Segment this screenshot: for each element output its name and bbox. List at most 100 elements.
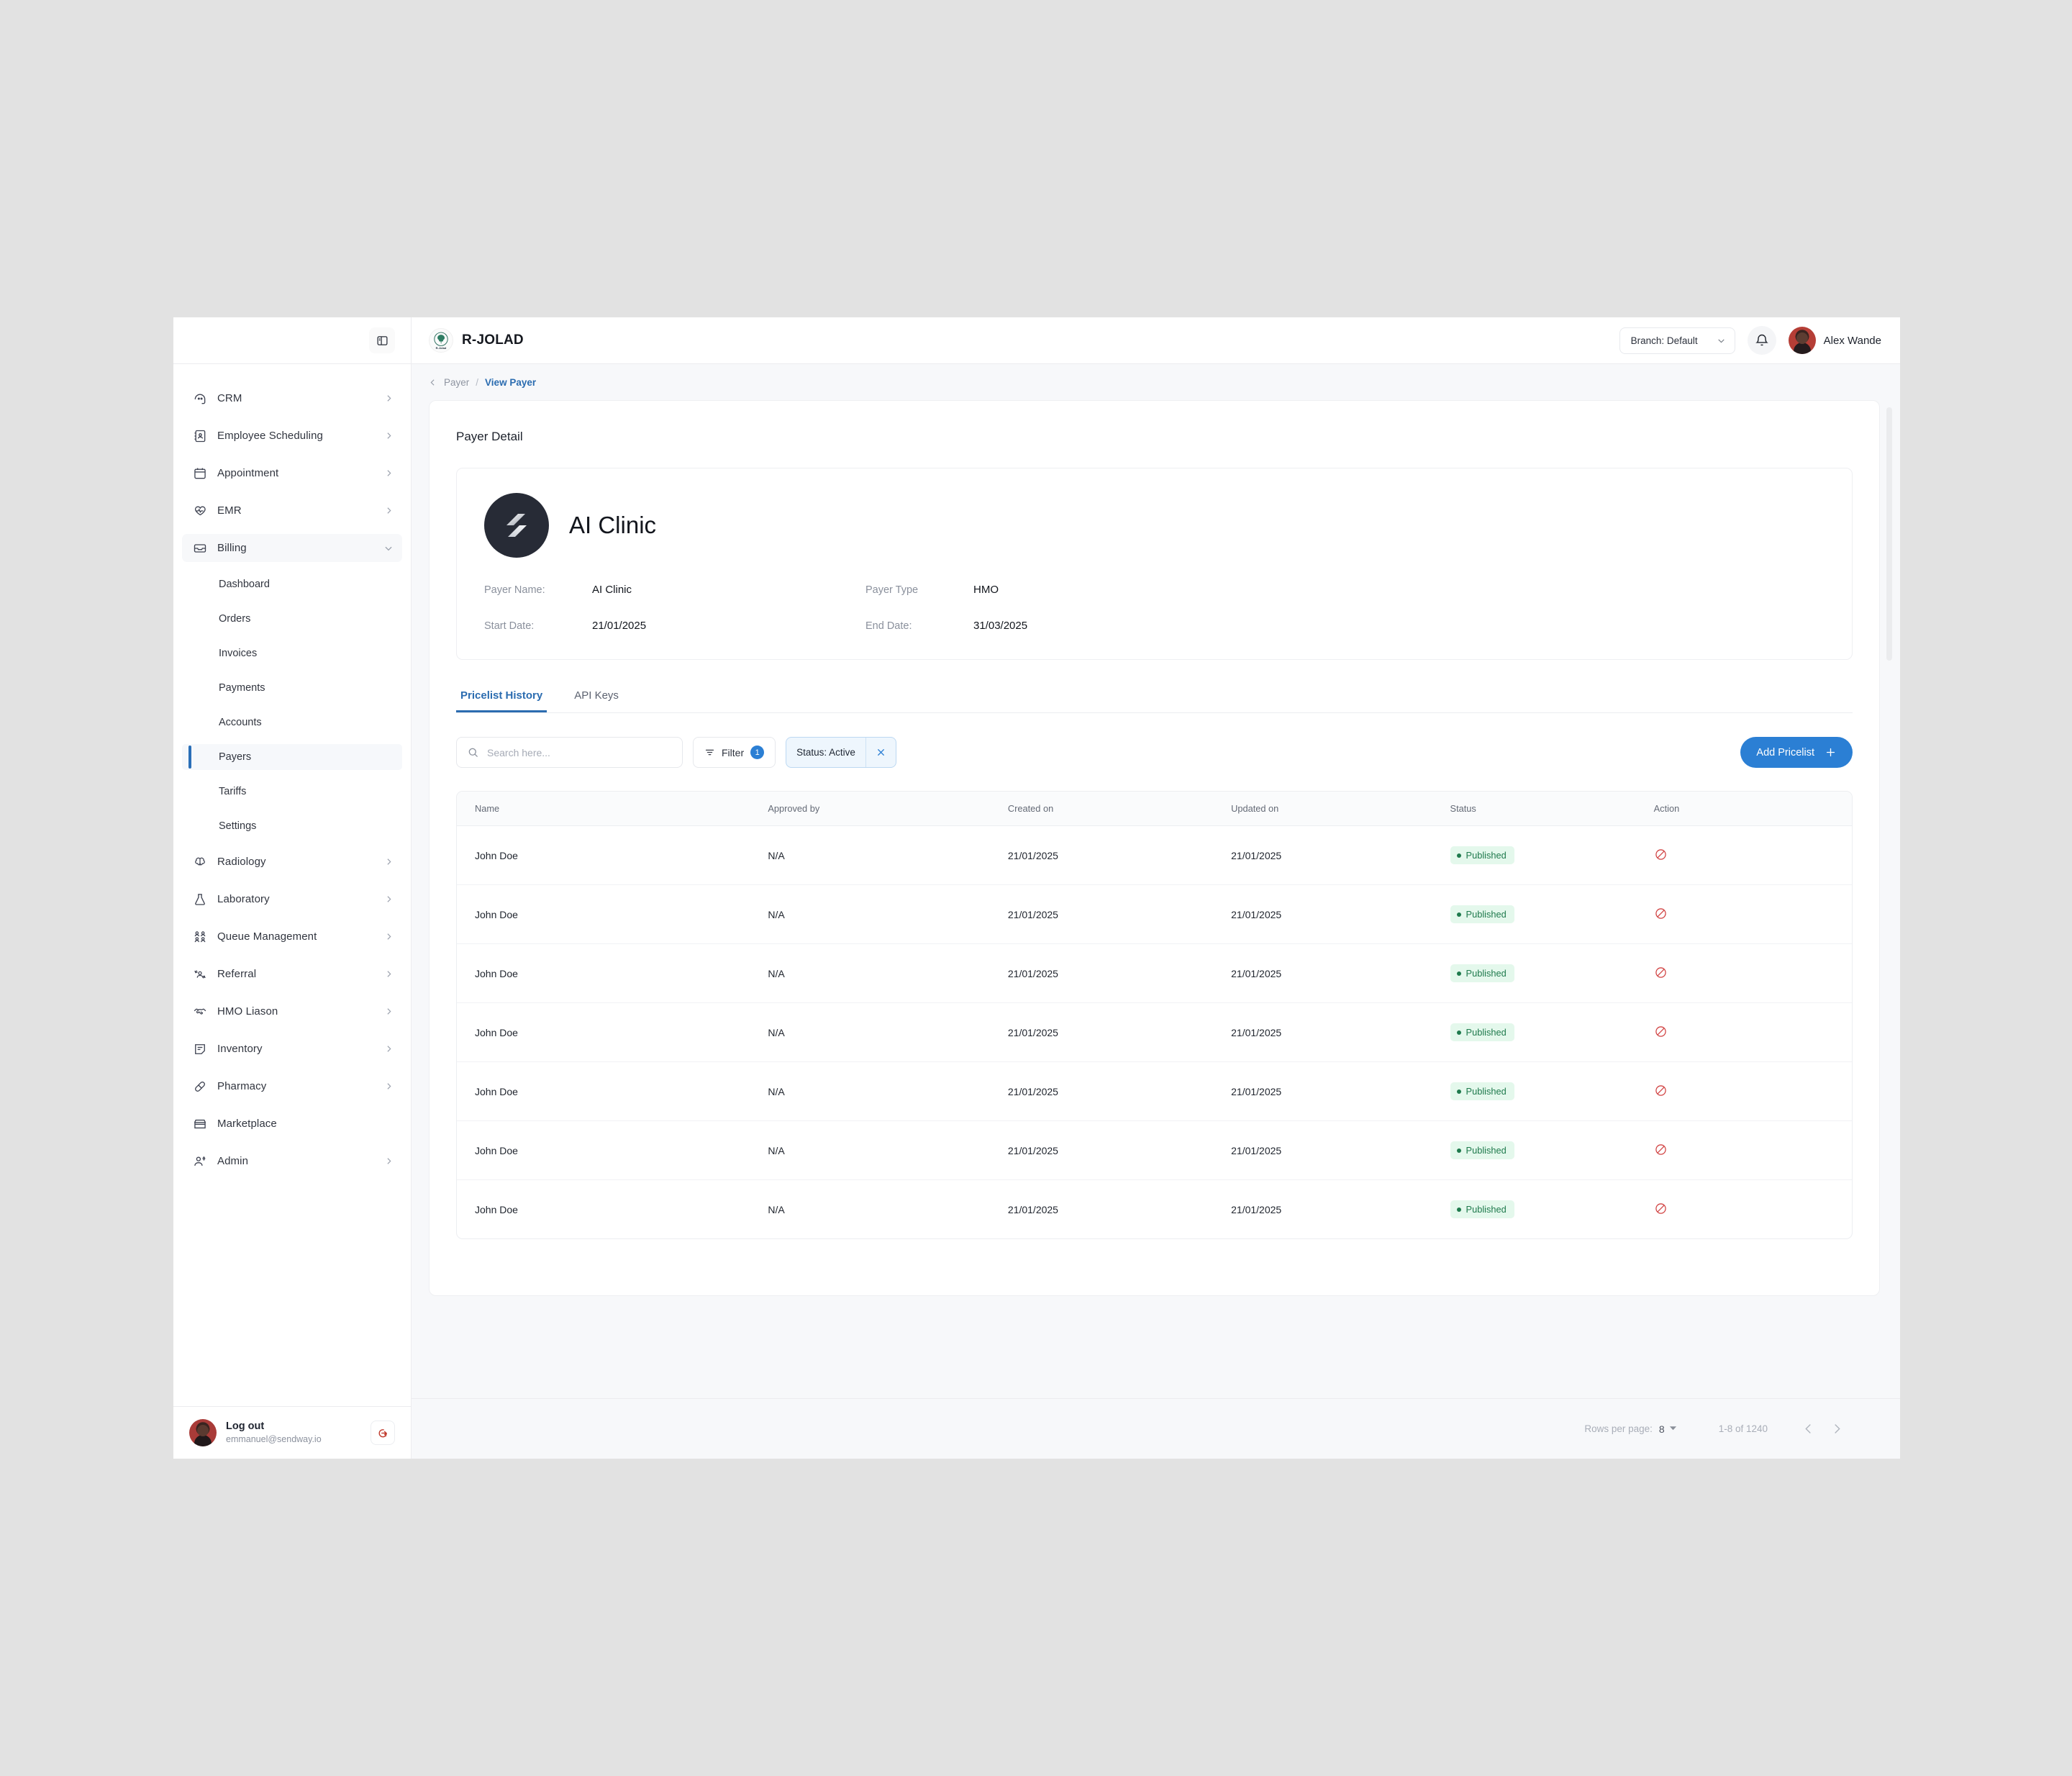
sidebar-item-billing[interactable]: Billing: [182, 534, 402, 562]
field-label-end-date: End Date:: [865, 620, 912, 632]
table-toolbar: Filter 1 Status: Active Add Pricelist: [456, 737, 1853, 768]
branch-selector[interactable]: Branch: Default: [1619, 327, 1735, 354]
table-row[interactable]: John Doe N/A 21/01/2025 21/01/2025 Published: [457, 825, 1852, 885]
payer-header: AI Clinic: [484, 493, 1825, 558]
cell-name: John Doe: [457, 884, 768, 944]
tab-api-keys[interactable]: API Keys: [570, 689, 623, 712]
sidebar-item-label: Referral: [217, 968, 257, 980]
filter-count-badge: 1: [750, 746, 765, 759]
tab-pricelist-history[interactable]: Pricelist History: [456, 689, 547, 712]
sidebar-subitem-label: Tariffs: [219, 786, 247, 797]
block-icon[interactable]: [1654, 1202, 1668, 1215]
block-icon[interactable]: [1654, 1143, 1668, 1156]
block-icon[interactable]: [1654, 1025, 1668, 1038]
payer-fields: Payer Name: AI Clinic Payer Type HMO Sta…: [484, 584, 1825, 632]
brand-name: R-JOLAD: [462, 332, 524, 348]
sidebar-subitem-label: Invoices: [219, 648, 258, 659]
block-icon[interactable]: [1654, 1084, 1668, 1097]
caret-down-icon[interactable]: [1669, 1423, 1677, 1436]
sidebar-item-label: Pharmacy: [217, 1080, 267, 1092]
chevron-right-icon: [384, 857, 394, 866]
sidebar-item-label: HMO Liason: [217, 1005, 278, 1018]
page-card: Payer Detail AI Clinic Payer Name: AI Cl…: [429, 400, 1880, 1296]
sidebar-item-accounts[interactable]: Accounts: [182, 710, 402, 735]
sidebar-item-radiology[interactable]: Radiology: [182, 848, 402, 876]
status-badge: Published: [1450, 905, 1514, 923]
page-title: Payer Detail: [456, 430, 523, 443]
sidebar-item-pharmacy[interactable]: Pharmacy: [182, 1072, 402, 1100]
sidebar-item-dashboard[interactable]: Dashboard: [182, 571, 402, 597]
chevron-right-icon: [384, 431, 394, 440]
add-pricelist-button[interactable]: Add Pricelist: [1740, 737, 1853, 768]
payer-logo: [484, 493, 549, 558]
filter-button[interactable]: Filter 1: [693, 737, 776, 768]
pagination-prev-button[interactable]: [1794, 1415, 1822, 1444]
sidebar-item-inventory[interactable]: Inventory: [182, 1035, 402, 1063]
chevron-left-icon[interactable]: [428, 378, 437, 387]
table-row[interactable]: John Doe N/A 21/01/2025 21/01/2025 Published: [457, 1180, 1852, 1239]
field-value-start-date: 21/01/2025: [592, 620, 647, 632]
cell-created-on: 21/01/2025: [1007, 1203, 1058, 1215]
cell-name: John Doe: [457, 1120, 768, 1180]
search-input[interactable]: [487, 746, 672, 758]
sidebar-item-referral[interactable]: Referral: [182, 960, 402, 988]
sidebar-item-crm[interactable]: CRM: [182, 384, 402, 412]
sidebar-item-label: EMR: [217, 504, 242, 517]
search-icon: [467, 746, 479, 758]
cell-action: [1653, 884, 1852, 944]
status-badge: Published: [1450, 1200, 1514, 1218]
handshake-icon: [192, 1004, 208, 1020]
cell-updated-on: 21/01/2025: [1231, 943, 1450, 1003]
sidebar-item-label: Employee Scheduling: [217, 430, 323, 442]
table-row[interactable]: John Doe N/A 21/01/2025 21/01/2025 Published: [457, 1061, 1852, 1121]
rows-per-page-value[interactable]: 8: [1659, 1423, 1665, 1435]
scrollbar-thumb[interactable]: [1886, 407, 1892, 661]
sidebar-item-orders[interactable]: Orders: [182, 606, 402, 632]
sidebar-item-admin[interactable]: Admin: [182, 1147, 402, 1175]
table-row[interactable]: John Doe N/A 21/01/2025 21/01/2025 Published: [457, 1002, 1852, 1062]
table-row[interactable]: John Doe N/A 21/01/2025 21/01/2025 Published: [457, 1120, 1852, 1180]
sidebar-item-appointment[interactable]: Appointment: [182, 459, 402, 487]
payer-name-heading: AI Clinic: [569, 512, 657, 538]
logout-icon[interactable]: [371, 1421, 395, 1445]
sidebar-panel-icon[interactable]: [369, 327, 395, 353]
sidebar-item-hmo-liason[interactable]: HMO Liason: [182, 997, 402, 1025]
sidebar-item-label: Appointment: [217, 467, 279, 479]
document-list-icon: [192, 1041, 208, 1057]
sidebar-item-tariffs[interactable]: Tariffs: [182, 779, 402, 805]
table-row[interactable]: John Doe N/A 21/01/2025 21/01/2025 Published: [457, 884, 1852, 944]
field-value-end-date: 31/03/2025: [973, 620, 1028, 632]
chevron-right-icon: [384, 894, 394, 904]
pagination-next-button[interactable]: [1822, 1415, 1851, 1444]
block-icon[interactable]: [1654, 848, 1668, 861]
table-row[interactable]: John Doe N/A 21/01/2025 21/01/2025 Published: [457, 943, 1852, 1003]
content-area: Payer Detail AI Clinic Payer Name: AI Cl…: [412, 400, 1900, 1398]
user-chip[interactable]: Alex Wande: [1788, 327, 1881, 354]
sidebar-item-payments[interactable]: Payments: [182, 675, 402, 701]
sidebar-subitem-label: Settings: [219, 820, 257, 832]
sidebar-item-invoices[interactable]: Invoices: [182, 640, 402, 666]
topbar: R-Jolad R-JOLAD Branch: Default Alex Wan…: [412, 317, 1900, 364]
search-box[interactable]: [456, 737, 683, 768]
sidebar-item-laboratory[interactable]: Laboratory: [182, 885, 402, 913]
payer-detail-card: AI Clinic Payer Name: AI Clinic Payer Ty…: [456, 468, 1853, 660]
sidebar-item-queue-management[interactable]: Queue Management: [182, 923, 402, 951]
cell-status: Published: [1450, 1061, 1654, 1121]
sidebar-item-marketplace[interactable]: Marketplace: [182, 1110, 402, 1138]
cell-name: John Doe: [457, 943, 768, 1003]
sidebar-subitem-label: Orders: [219, 613, 251, 625]
sidebar-item-payers[interactable]: Payers: [182, 744, 402, 770]
sidebar-item-employee-scheduling[interactable]: Employee Scheduling: [182, 422, 402, 450]
sidebar-item-emr[interactable]: EMR: [182, 497, 402, 525]
close-icon[interactable]: [865, 738, 896, 767]
bell-icon[interactable]: [1747, 326, 1776, 355]
table-header-row: Name Approved by Created on Updated on S…: [457, 792, 1852, 826]
block-icon[interactable]: [1654, 907, 1668, 920]
content-scrollbar[interactable]: [1886, 400, 1893, 1398]
sidebar-item-settings[interactable]: Settings: [182, 813, 402, 839]
cell-status: Published: [1450, 1120, 1654, 1180]
block-icon[interactable]: [1654, 966, 1668, 979]
status-filter-chip[interactable]: Status: Active: [786, 737, 896, 768]
cell-updated-on: 21/01/2025: [1231, 825, 1450, 885]
breadcrumb-parent[interactable]: Payer: [444, 377, 469, 388]
